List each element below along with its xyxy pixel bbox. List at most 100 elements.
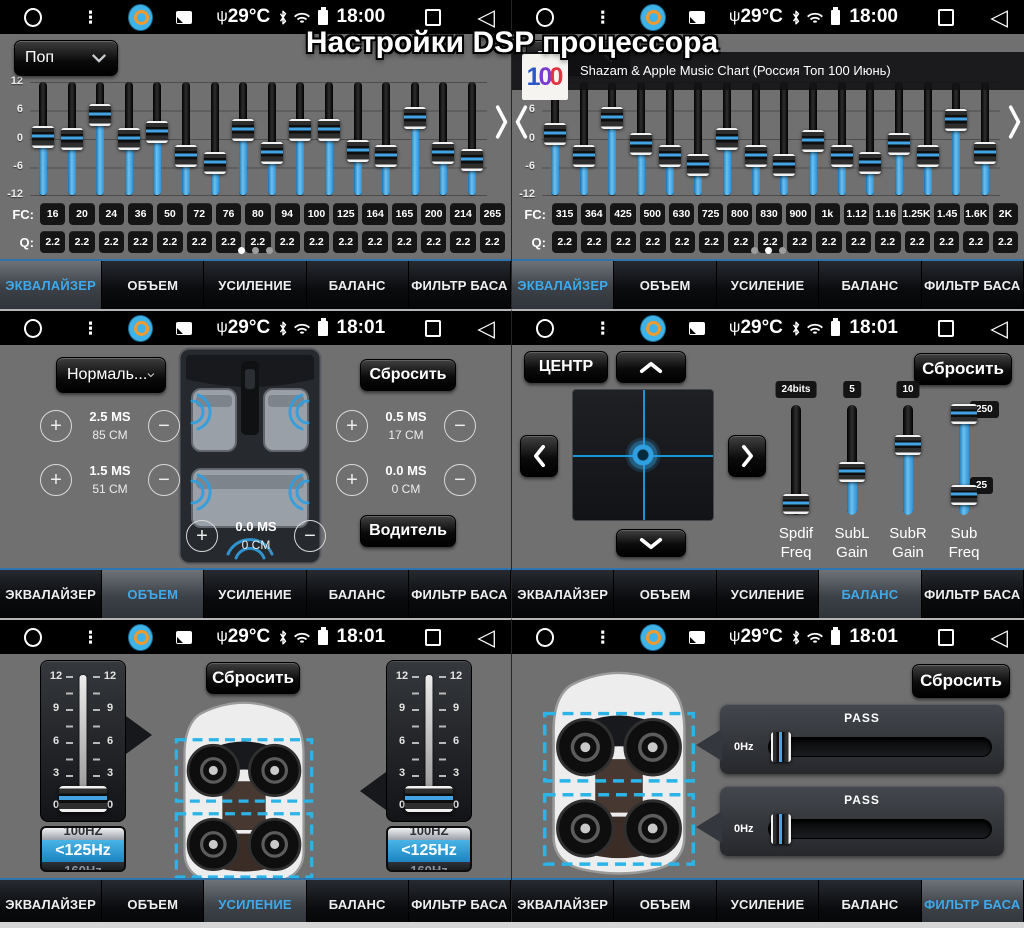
eq-band-slider[interactable] [659,82,681,196]
back-button[interactable]: ◁ [990,317,1008,340]
fc-value-chip[interactable]: 36 [128,203,153,225]
eq-band-slider[interactable] [859,82,881,196]
plus-icon[interactable]: + [336,410,368,442]
gain-fader-right[interactable]: 129630 129630 [386,660,472,822]
tab-gain[interactable]: УСИЛЕНИЕ [204,261,306,309]
eq-band-slider[interactable] [630,82,652,196]
tab-volume[interactable]: ОБЪЕМ [102,880,204,928]
page-dot[interactable] [779,247,786,254]
tab-bass-filter[interactable]: ФИЛЬТР БАСА [922,261,1024,309]
eq-band-slider[interactable] [716,82,738,196]
fc-value-chip[interactable]: 165 [392,203,417,225]
tab-equalizer[interactable]: ЭКВАЛАЙЗЕР [0,880,102,928]
fc-value-chip[interactable]: 164 [362,203,387,225]
back-button[interactable]: ◁ [990,6,1008,29]
eq-band-slider[interactable] [917,82,939,196]
balance-left-button[interactable] [520,435,558,477]
driver-position-button[interactable]: Водитель [360,515,456,547]
plus-icon[interactable]: + [40,464,72,496]
crossover-wheel-right[interactable]: 100HZ <125Hz 160Hz [386,826,472,872]
app-logo-icon[interactable] [641,625,665,650]
balance-fader-field[interactable] [572,389,714,521]
eq-next-page-button[interactable] [495,104,509,145]
eq-band-slider[interactable] [261,82,283,196]
tab-bass-filter[interactable]: ФИЛЬТР БАСА [922,570,1024,618]
reset-button[interactable]: Сбросить [206,662,300,694]
fader-knob[interactable] [59,786,107,812]
balance-up-button[interactable] [616,351,686,383]
eq-next-page-button[interactable] [1008,104,1022,145]
tab-gain[interactable]: УСИЛЕНИЕ [717,880,819,928]
fader-knob[interactable] [405,786,453,812]
eq-band-slider[interactable] [146,82,168,196]
overflow-menu-icon[interactable]: ⋮ [82,629,99,646]
listening-position-dropdown[interactable]: Нормаль... [56,357,166,393]
gain-fader-left[interactable]: 129630 129630 [40,660,126,822]
fc-value-chip[interactable]: 94 [275,203,300,225]
tab-equalizer[interactable]: ЭКВАЛАЙЗЕР [0,261,102,309]
eq-band-slider[interactable] [318,82,340,196]
eq-band-slider[interactable] [461,82,483,196]
overflow-menu-icon[interactable]: ⋮ [594,9,611,26]
eq-band-slider[interactable] [573,82,595,196]
tab-volume[interactable]: ОБЪЕМ [614,261,716,309]
circle-nav-button[interactable] [536,319,554,338]
eq-band-slider[interactable] [773,82,795,196]
slider-knob[interactable] [771,732,791,762]
eq-band-slider[interactable] [974,82,996,196]
recents-button[interactable] [425,320,441,337]
fc-value-chip[interactable]: 24 [99,203,124,225]
tab-equalizer[interactable]: ЭКВАЛАЙЗЕР [512,570,614,618]
slider-track[interactable] [791,405,801,515]
slider-track[interactable] [959,405,969,515]
tab-volume[interactable]: ОБЪЕМ [102,570,204,618]
page-dot[interactable] [751,247,758,254]
tab-balance[interactable]: БАЛАНС [819,261,921,309]
app-logo-icon[interactable] [641,316,665,341]
slider-track[interactable] [847,405,857,515]
fc-value-chip[interactable]: 1.25K [902,203,930,225]
circle-nav-button[interactable] [536,628,554,647]
eq-band-slider[interactable] [432,82,454,196]
app-logo-icon[interactable] [129,5,152,30]
recents-button[interactable] [938,320,954,337]
plus-icon[interactable]: + [186,520,218,552]
tab-gain[interactable]: УСИЛЕНИЕ [204,880,306,928]
recents-button[interactable] [938,629,954,646]
eq-prev-page-button[interactable] [514,104,528,145]
range-knob-bottom[interactable] [951,485,977,505]
tab-bass-filter[interactable]: ФИЛЬТР БАСА [922,880,1024,928]
tab-bass-filter[interactable]: ФИЛЬТР БАСА [409,570,511,618]
fc-value-chip[interactable]: 16 [40,203,65,225]
fc-value-chip[interactable]: 265 [480,203,505,225]
slider-knob[interactable] [839,462,865,482]
eq-band-slider[interactable] [118,82,140,196]
fc-value-chip[interactable]: 630 [669,203,694,225]
back-button[interactable]: ◁ [477,626,495,649]
tab-equalizer[interactable]: ЭКВАЛАЙЗЕР [512,261,614,309]
tab-gain[interactable]: УСИЛЕНИЕ [717,261,819,309]
minus-icon[interactable]: − [148,410,180,442]
fc-value-chip[interactable]: 76 [216,203,241,225]
circle-nav-button[interactable] [24,8,42,27]
slider-knob[interactable] [783,494,809,514]
eq-band-slider[interactable] [404,82,426,196]
fc-value-chip[interactable]: 364 [581,203,606,225]
recents-button[interactable] [425,629,441,646]
eq-band-slider[interactable] [745,82,767,196]
page-dot[interactable] [765,247,772,254]
page-dot[interactable] [266,247,273,254]
fc-value-chip[interactable]: 1.12 [844,203,869,225]
eq-band-slider[interactable] [61,82,83,196]
fc-value-chip[interactable]: 200 [421,203,446,225]
crossover-wheel-left[interactable]: 100HZ <125Hz 160Hz [40,826,126,872]
eq-band-slider[interactable] [802,82,824,196]
overflow-menu-icon[interactable]: ⋮ [82,9,99,26]
minus-icon[interactable]: − [444,410,476,442]
range-knob-top[interactable] [951,404,977,424]
tab-volume[interactable]: ОБЪЕМ [102,261,204,309]
recents-button[interactable] [938,9,954,26]
eq-band-slider[interactable] [945,82,967,196]
fc-value-chip[interactable]: 100 [304,203,329,225]
plus-icon[interactable]: + [40,410,72,442]
